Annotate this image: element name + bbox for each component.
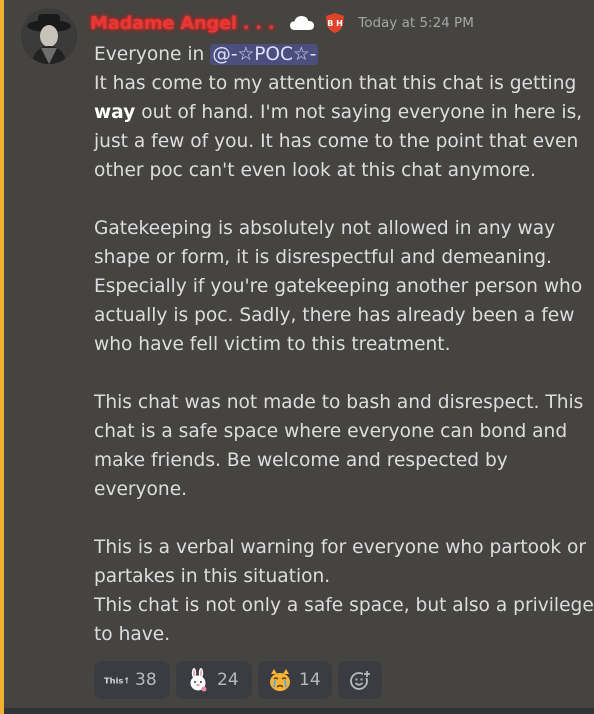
text-line: Especially if you're gatekeeping another…	[94, 276, 583, 297]
timestamp[interactable]: Today at 5:24 PM	[358, 15, 474, 31]
this-arrow-emoji-icon: This↑	[104, 668, 128, 692]
text-line: It has come to my attention that this ch…	[94, 73, 577, 94]
text-line: This chat is not only a safe space, but …	[94, 595, 594, 616]
text-line: Everyone in @-☆POC☆-	[94, 40, 584, 69]
text-line: chat is a safe space where everyone can …	[94, 421, 568, 442]
text-line: everyone.	[94, 479, 188, 500]
text-line: actually is poc. Sadly, there has alread…	[94, 305, 575, 326]
reaction-count: 14	[299, 670, 321, 690]
crying-cat-emoji-icon	[268, 668, 292, 692]
message-header: Madame Angel . . . B H Today at 5:24 PM	[90, 10, 474, 36]
text-line: make friends. Be welcome and respected b…	[94, 450, 508, 471]
reaction-count: 24	[217, 670, 239, 690]
add-reaction-icon	[350, 670, 371, 690]
badge-text: B H	[327, 19, 343, 28]
message-content: Everyone in @-☆POC☆- It has come to my a…	[94, 40, 594, 649]
reaction-this-button[interactable]: This↑ 38	[94, 661, 170, 699]
svg-text:This↑: This↑	[104, 676, 128, 686]
text-line: just a few of you. It has come to the po…	[94, 131, 579, 152]
cloud-icon	[290, 16, 315, 30]
text-line: partakes in this situation.	[94, 566, 331, 587]
text-line: way out of hand. I'm not saying everyone…	[94, 98, 584, 127]
bunny-emoji-icon	[186, 668, 210, 692]
reaction-crying-cat-button[interactable]: 14	[258, 661, 332, 699]
text-line: to have.	[94, 624, 171, 645]
reactions-bar: This↑ 38 24 14	[94, 661, 382, 699]
username[interactable]: Madame Angel . . .	[90, 13, 275, 34]
text-line: other poc can't even look at this chat a…	[94, 160, 536, 181]
text-line: This chat was not made to bash and disre…	[94, 392, 584, 413]
text-line: This is a verbal warning for everyone wh…	[94, 537, 587, 558]
text-span: out of hand. I'm not saying everyone in …	[135, 102, 583, 123]
avatar[interactable]	[21, 8, 77, 64]
text-span: Everyone in	[94, 44, 211, 65]
avatar-image	[21, 8, 77, 64]
reaction-bunny-button[interactable]: 24	[176, 661, 252, 699]
text-line: who have fell victim to this treatment.	[94, 334, 451, 355]
bottom-divider	[4, 708, 594, 714]
text-line: Gatekeeping is absolutely not allowed in…	[94, 218, 556, 239]
role-mention[interactable]: @-☆POC☆-	[210, 44, 319, 65]
add-reaction-button[interactable]	[338, 661, 382, 699]
message: Madame Angel . . . B H Today at 5:24 PM …	[0, 0, 594, 714]
text-line: shape or form, it is disrespectful and d…	[94, 247, 552, 268]
bold-text: way	[94, 102, 136, 123]
shield-badge-icon[interactable]: B H	[324, 12, 346, 34]
reaction-count: 38	[135, 670, 157, 690]
